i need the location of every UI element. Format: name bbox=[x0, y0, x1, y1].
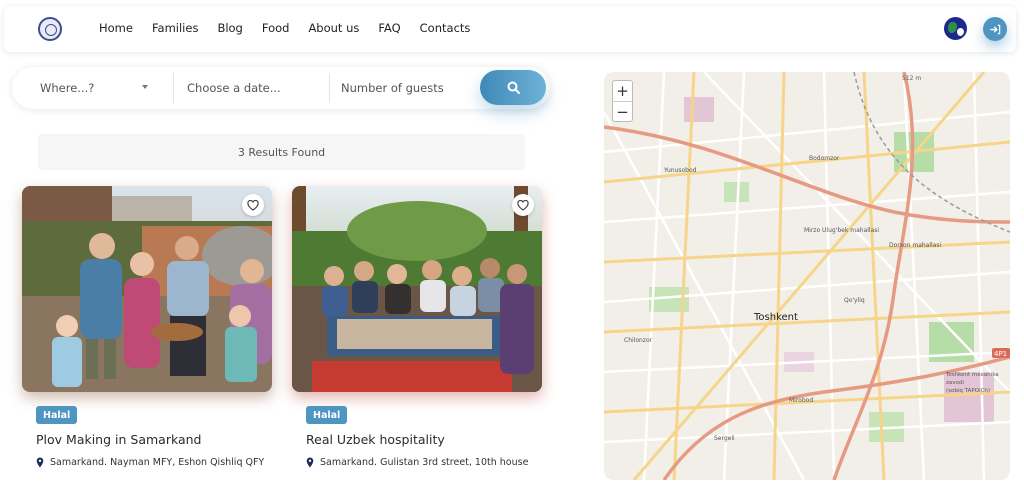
halal-badge: Halal bbox=[36, 406, 78, 424]
favorite-button[interactable] bbox=[242, 194, 264, 216]
map-tiles: Toshkent Mirzo Ulug'bek mahallasi Bodomz… bbox=[604, 72, 1010, 480]
where-select[interactable]: Where...? bbox=[40, 67, 160, 109]
address-text: Samarkand. Gulistan 3rd street, 10th hou… bbox=[320, 457, 529, 468]
site-logo-icon[interactable] bbox=[38, 17, 62, 41]
listing-address: Samarkand. Nayman MFY, Eshon Qishliq QFY bbox=[36, 457, 264, 468]
family-photo-hospitality bbox=[292, 186, 542, 392]
chevron-down-icon bbox=[142, 85, 148, 89]
listing-address: Samarkand. Gulistan 3rd street, 10th hou… bbox=[306, 457, 528, 468]
svg-text:(sobiq TAPOiCh): (sobiq TAPOiCh) bbox=[946, 388, 990, 394]
search-bar: Where...? Choose a date... Number of gue… bbox=[12, 67, 550, 109]
family-photo-plov bbox=[22, 186, 272, 392]
svg-text:Mirobod: Mirobod bbox=[789, 397, 813, 404]
zoom-control: + − bbox=[612, 80, 633, 122]
divider bbox=[329, 73, 330, 103]
listing-title[interactable]: Real Uzbek hospitality bbox=[306, 432, 445, 447]
map-pin-icon bbox=[306, 457, 314, 468]
nav-families[interactable]: Families bbox=[152, 21, 198, 35]
guests-placeholder: Number of guests bbox=[341, 81, 444, 95]
top-navbar: Home Families Blog Food About us FAQ Con… bbox=[4, 6, 1016, 52]
svg-text:4P1: 4P1 bbox=[994, 350, 1007, 358]
svg-text:Chilonzor: Chilonzor bbox=[624, 337, 653, 344]
nav-food[interactable]: Food bbox=[262, 21, 290, 35]
svg-text:zavodi: zavodi bbox=[946, 380, 964, 386]
nav-about-us[interactable]: About us bbox=[308, 21, 359, 35]
svg-text:Yunusobod: Yunusobod bbox=[663, 167, 697, 174]
results-map[interactable]: Toshkent Mirzo Ulug'bek mahallasi Bodomz… bbox=[604, 72, 1010, 480]
svg-text:Toshkent: Toshkent bbox=[753, 312, 798, 323]
language-globe-icon[interactable] bbox=[944, 17, 967, 40]
guests-input[interactable]: Number of guests bbox=[341, 67, 481, 109]
divider bbox=[173, 73, 174, 103]
svg-text:Qo'yliq: Qo'yliq bbox=[844, 297, 865, 304]
nav-contacts[interactable]: Contacts bbox=[420, 21, 471, 35]
svg-text:Toshkent mexanika: Toshkent mexanika bbox=[945, 372, 999, 378]
zoom-out-button[interactable]: − bbox=[613, 101, 632, 121]
map-pin-icon bbox=[36, 457, 44, 468]
favorite-button[interactable] bbox=[512, 194, 534, 216]
listing-title[interactable]: Plov Making in Samarkand bbox=[36, 432, 202, 447]
address-text: Samarkand. Nayman MFY, Eshon Qishliq QFY bbox=[50, 457, 265, 468]
svg-text:Mirzo Ulug'bek mahallasi: Mirzo Ulug'bek mahallasi bbox=[804, 227, 879, 234]
listing-card[interactable]: Halal Plov Making in Samarkand Samarkand… bbox=[22, 186, 272, 468]
where-placeholder: Where...? bbox=[40, 81, 95, 95]
results-count: 3 Results Found bbox=[38, 134, 525, 170]
svg-text:Dorxon mahallasi: Dorxon mahallasi bbox=[889, 242, 941, 249]
listing-photo[interactable] bbox=[22, 186, 272, 392]
login-button[interactable] bbox=[983, 17, 1007, 41]
halal-badge: Halal bbox=[306, 406, 348, 424]
date-picker[interactable]: Choose a date... bbox=[187, 67, 327, 109]
svg-text:Sergeli: Sergeli bbox=[714, 435, 735, 442]
main-nav: Home Families Blog Food About us FAQ Con… bbox=[99, 21, 489, 35]
date-placeholder: Choose a date... bbox=[187, 81, 281, 95]
search-button[interactable] bbox=[480, 70, 546, 105]
nav-home[interactable]: Home bbox=[99, 21, 133, 35]
zoom-in-button[interactable]: + bbox=[613, 81, 632, 101]
listing-card[interactable]: Halal Real Uzbek hospitality Samarkand. … bbox=[292, 186, 542, 468]
heart-icon bbox=[247, 199, 259, 211]
nav-blog[interactable]: Blog bbox=[217, 21, 242, 35]
listing-photo[interactable] bbox=[292, 186, 542, 392]
sign-in-icon bbox=[989, 24, 1000, 34]
heart-icon bbox=[517, 199, 529, 211]
search-icon bbox=[507, 81, 520, 94]
nav-faq[interactable]: FAQ bbox=[378, 21, 400, 35]
svg-text:Bodomzor: Bodomzor bbox=[809, 155, 840, 162]
svg-text:512 m: 512 m bbox=[902, 75, 921, 82]
